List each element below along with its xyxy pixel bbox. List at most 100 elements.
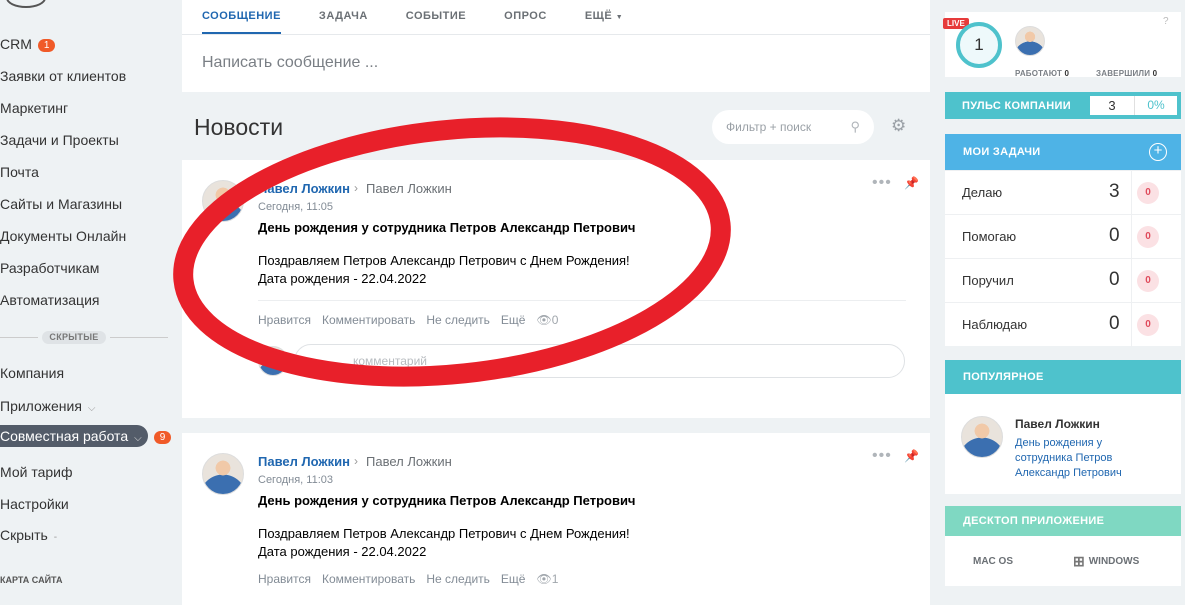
working-label: РАБОТАЮТ 0	[1015, 69, 1069, 78]
post-title: День рождения у сотрудника Петров Алекса…	[258, 220, 636, 235]
gear-icon[interactable]: ⚙	[891, 116, 906, 136]
filter-search-input[interactable]: Фильтр + поиск ⚲	[712, 110, 874, 144]
message-input[interactable]: Написать сообщение ...	[202, 54, 378, 72]
sidebar-item-leads[interactable]: Заявки от клиентов	[0, 68, 126, 84]
notification-badge: 1	[37, 38, 56, 52]
task-badge: 0	[1137, 226, 1159, 248]
more-button[interactable]: Ещё	[501, 572, 526, 586]
more-options-icon[interactable]: •••	[872, 447, 892, 465]
avatar[interactable]	[1015, 26, 1045, 56]
task-count: 3	[1109, 181, 1120, 202]
mac-os-label: MAC OS	[973, 556, 1013, 567]
popular-author[interactable]: Павел Ложкин	[1015, 417, 1100, 431]
sidebar-item-label: Приложения	[0, 398, 82, 414]
avatar[interactable]	[202, 180, 244, 222]
sidebar-item-hide[interactable]: Скрыть -	[0, 527, 57, 543]
sidebar-item-automation[interactable]: Автоматизация	[0, 292, 99, 308]
post-body-line: Дата рождения - 22.04.2022	[258, 271, 427, 286]
tab-poll[interactable]: ОПРОС	[504, 0, 547, 34]
sidebar-item-crm[interactable]: CRM 1	[0, 36, 56, 52]
sidebar-item-company[interactable]: Компания	[0, 365, 64, 381]
unfollow-button[interactable]: Не следить	[426, 572, 490, 586]
sidebar-item-label: Задачи и Проекты	[0, 132, 119, 148]
windows-link[interactable]: ⊞ WINDOWS	[1073, 553, 1139, 570]
like-button[interactable]: Нравится	[258, 313, 311, 327]
pin-icon[interactable]: 📌	[904, 449, 919, 463]
post-recipient[interactable]: Павел Ложкин	[366, 181, 452, 196]
tab-more[interactable]: ЕЩЁ ▼	[585, 0, 623, 34]
company-pulse[interactable]: ПУЛЬС КОМПАНИИ 3 0%	[945, 92, 1181, 119]
task-label: Наблюдаю	[962, 317, 1028, 332]
avatar	[258, 346, 288, 376]
avatar[interactable]	[202, 453, 244, 495]
task-row-helping[interactable]: Помогаю 0 0	[945, 214, 1181, 259]
sidebar-item-label: Настройки	[0, 496, 69, 512]
tab-more-label: ЕЩЁ	[584, 10, 613, 22]
done-label: ЗАВЕРШИЛИ 0	[1096, 69, 1157, 78]
working-count: 0	[1064, 69, 1070, 78]
popular-post-link[interactable]: День рождения у сотрудника Петров Алекса…	[1015, 436, 1145, 481]
divider	[258, 300, 906, 301]
sidebar-item-label: Компания	[0, 365, 65, 381]
post-recipient[interactable]: Павел Ложкин	[366, 454, 452, 469]
search-icon[interactable]: ⚲	[850, 110, 860, 144]
divider	[1131, 215, 1132, 259]
divider-line	[0, 337, 38, 338]
divider	[1131, 303, 1132, 347]
like-button[interactable]: Нравится	[258, 572, 311, 586]
sidebar-item-apps[interactable]: Приложения ⌵	[0, 398, 96, 414]
sidebar-item-collaboration[interactable]: Совместная работа ⌵ 9	[0, 425, 172, 447]
hidden-section-divider[interactable]: СКРЫТЫЕ	[0, 331, 168, 344]
post-time[interactable]: Сегодня, 11:05	[258, 201, 333, 213]
tab-event[interactable]: СОБЫТИЕ	[406, 0, 466, 34]
plus-icon[interactable]: +	[1149, 143, 1167, 161]
logo-icon[interactable]	[6, 0, 46, 8]
post-author[interactable]: Павел Ложкин	[258, 454, 350, 469]
tab-message[interactable]: СООБЩЕНИЕ	[202, 0, 281, 34]
task-badge: 0	[1137, 314, 1159, 336]
pin-icon[interactable]: 📌	[904, 176, 919, 190]
comment-button[interactable]: Комментировать	[322, 572, 415, 586]
more-button[interactable]: Ещё	[501, 313, 526, 327]
views-count: 1	[551, 572, 559, 586]
feed-post: Павел Ложкин › Павел Ложкин Сегодня, 11:…	[182, 433, 930, 605]
dash-icon: -	[53, 532, 58, 543]
sidebar-item-tariff[interactable]: Мой тариф	[0, 464, 72, 480]
pulse-label: ПУЛЬС КОМПАНИИ	[962, 100, 1071, 112]
popular-card: Павел Ложкин День рождения у сотрудника …	[945, 394, 1181, 494]
unfollow-button[interactable]: Не следить	[426, 313, 490, 327]
comment-input[interactable]: комментарий	[294, 344, 905, 378]
mac-os-link[interactable]: MAC OS	[969, 553, 1013, 569]
feed-post: Павел Ложкин › Павел Ложкин Сегодня, 11:…	[182, 160, 930, 418]
more-options-icon[interactable]: •••	[872, 174, 892, 192]
hidden-section-label: СКРЫТЫЕ	[42, 331, 106, 344]
sidebar-item-marketing[interactable]: Маркетинг	[0, 100, 68, 116]
sidebar-item-documents[interactable]: Документы Онлайн	[0, 228, 126, 244]
chevron-right-icon: ›	[354, 454, 358, 468]
task-label: Поручил	[962, 273, 1014, 288]
task-row-watching[interactable]: Наблюдаю 0 0	[945, 302, 1181, 347]
views-counter: 👁1	[536, 572, 558, 586]
windows-icon: ⊞	[1073, 553, 1085, 569]
my-tasks-header[interactable]: МОИ ЗАДАЧИ +	[945, 134, 1181, 170]
task-row-assigned[interactable]: Поручил 0 0	[945, 258, 1181, 303]
live-counter[interactable]: 1	[956, 22, 1002, 68]
help-icon[interactable]: ?	[1163, 16, 1169, 27]
task-label: Помогаю	[962, 229, 1017, 244]
divider	[1131, 259, 1132, 303]
comment-button[interactable]: Комментировать	[322, 313, 415, 327]
popular-header: ПОПУЛЯРНОЕ	[945, 360, 1181, 394]
sitemap-link[interactable]: КАРТА САЙТА	[0, 575, 62, 585]
sidebar-item-mail[interactable]: Почта	[0, 164, 39, 180]
sidebar-item-developers[interactable]: Разработчикам	[0, 260, 99, 276]
post-author[interactable]: Павел Ложкин	[258, 181, 350, 196]
done-text: ЗАВЕРШИЛИ	[1096, 69, 1151, 78]
tab-task[interactable]: ЗАДАЧА	[319, 0, 368, 34]
sidebar-item-sites[interactable]: Сайты и Магазины	[0, 196, 122, 212]
task-row-doing[interactable]: Делаю 3 0	[945, 170, 1181, 215]
working-text: РАБОТАЮТ	[1015, 69, 1063, 78]
sidebar-item-tasks[interactable]: Задачи и Проекты	[0, 132, 119, 148]
avatar[interactable]	[961, 416, 1003, 458]
sidebar-item-settings[interactable]: Настройки	[0, 496, 69, 512]
post-time[interactable]: Сегодня, 11:03	[258, 474, 333, 486]
